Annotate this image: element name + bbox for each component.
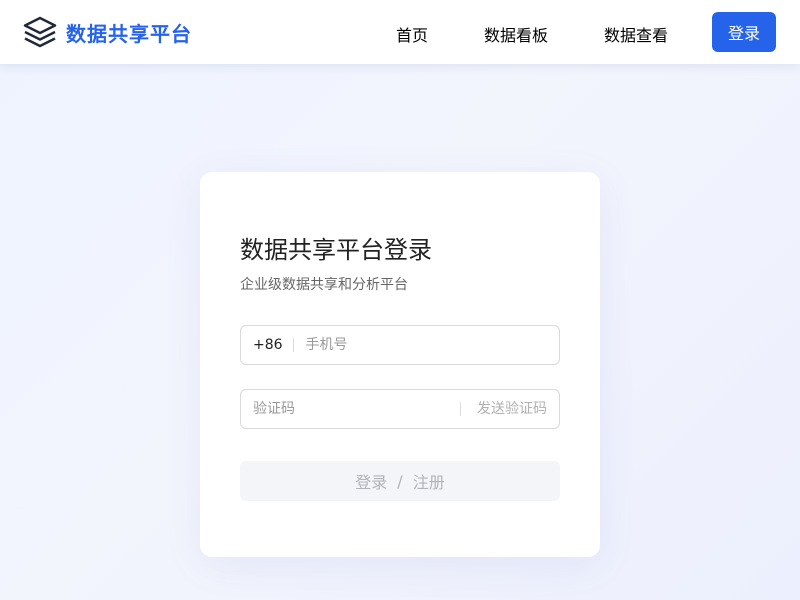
nav-item-home[interactable]: 首页 [396, 22, 428, 46]
nav-item-dashboard[interactable]: 数据看板 [484, 22, 548, 46]
login-subtitle: 企业级数据共享和分析平台 [240, 277, 408, 293]
brand-name: 数据共享平台 [66, 21, 192, 46]
layers-icon [23, 16, 57, 48]
login-register-button[interactable]: 登录 / 注册 [240, 461, 560, 501]
brand-logo[interactable]: 数据共享平台 [22, 14, 192, 50]
login-card: 数据共享平台登录 企业级数据共享和分析平台 +86 发送验证码 登录 / 注册 [200, 172, 600, 557]
header-login-button[interactable]: 登录 [712, 12, 776, 52]
submit-register-label: 注册 [412, 473, 445, 492]
submit-login-label: 登录 [355, 473, 388, 492]
send-code-button[interactable]: 发送验证码 [460, 402, 547, 416]
verification-code-input[interactable] [253, 390, 443, 428]
submit-separator: / [397, 471, 403, 491]
verification-code-field[interactable]: 发送验证码 [240, 389, 560, 429]
phone-input[interactable] [305, 326, 546, 364]
country-code-prefix: +86 [253, 338, 294, 352]
top-navbar: 数据共享平台 首页 数据看板 数据查看 登录 [0, 0, 800, 64]
phone-field[interactable]: +86 [240, 325, 560, 365]
nav-item-data-view[interactable]: 数据查看 [604, 22, 668, 46]
login-title: 数据共享平台登录 [240, 236, 432, 264]
